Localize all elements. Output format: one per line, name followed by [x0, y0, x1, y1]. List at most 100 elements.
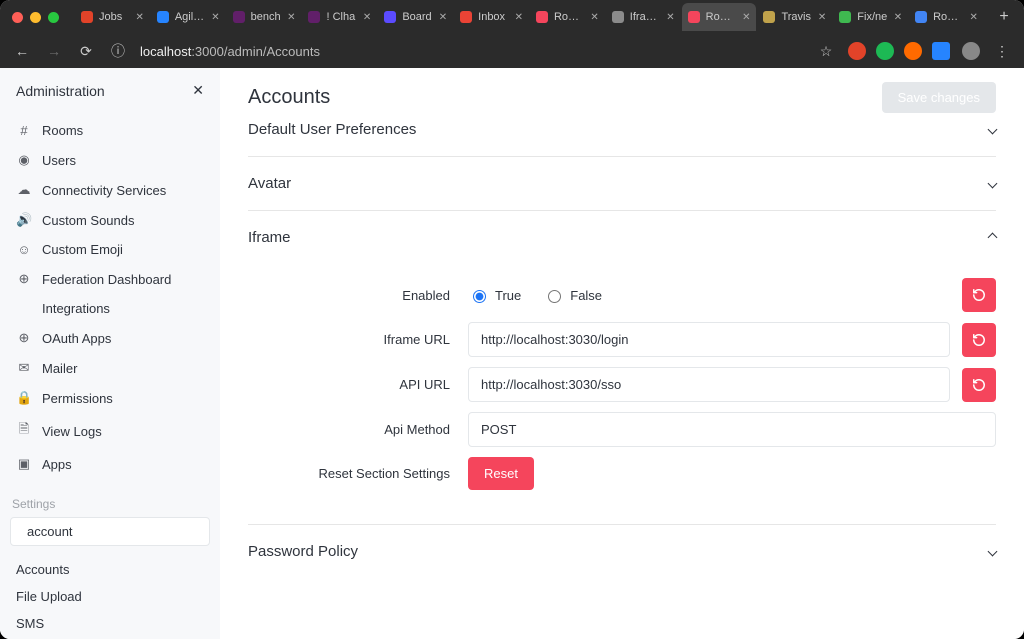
- reset-iframe-url-button[interactable]: [962, 323, 996, 357]
- section-title: Avatar: [248, 175, 291, 192]
- tab-close-icon[interactable]: ✕: [515, 12, 523, 23]
- tab-title: ! Clha: [326, 11, 356, 23]
- sidebar-item-oauth-apps[interactable]: ⊕OAuth Apps: [8, 324, 212, 352]
- maximize-window-icon[interactable]: [48, 12, 59, 23]
- tab-close-icon[interactable]: ✕: [666, 12, 674, 23]
- section-iframe[interactable]: Iframe: [248, 211, 996, 264]
- browser-tab[interactable]: Fix/ne✕: [833, 3, 908, 31]
- sidebar-item-mailer[interactable]: ✉ Mailer: [8, 354, 212, 382]
- sidebar-item-users[interactable]: ◉Users: [8, 146, 212, 174]
- sidebar-item-label: Permissions: [42, 391, 113, 406]
- tab-close-icon[interactable]: ✕: [287, 12, 295, 23]
- iframe-url-input[interactable]: [468, 322, 950, 357]
- sidebar-item-label: Mailer: [42, 361, 77, 376]
- profile-avatar[interactable]: [962, 42, 980, 60]
- ext-icon-4[interactable]: [932, 42, 950, 60]
- tab-close-icon[interactable]: ✕: [590, 12, 598, 23]
- browser-tab[interactable]: Agile F✕: [151, 3, 226, 31]
- sidebar-item-custom-emoji[interactable]: ☺Custom Emoji: [8, 236, 212, 263]
- settings-result-file-upload[interactable]: File Upload: [8, 583, 212, 610]
- url-host: localhost: [140, 44, 191, 59]
- favicon-icon: [763, 11, 775, 23]
- tab-close-icon[interactable]: ✕: [211, 12, 219, 23]
- main-panel: Accounts Save changes Default User Prefe…: [220, 68, 1024, 639]
- address-bar[interactable]: localhost:3000/admin/Accounts: [140, 44, 804, 59]
- enabled-true-radio[interactable]: True: [468, 287, 521, 303]
- section-default-user-preferences[interactable]: Default User Preferences: [248, 113, 996, 156]
- sidebar-item-label: OAuth Apps: [42, 331, 111, 346]
- sound-icon: 🔊: [16, 212, 32, 228]
- favicon-icon: [384, 11, 396, 23]
- reload-button[interactable]: ⟳: [76, 43, 96, 60]
- close-window-icon[interactable]: [12, 12, 23, 23]
- favicon-icon: [688, 11, 700, 23]
- sidebar-item-view-logs[interactable]: 🗎View Logs: [8, 414, 212, 448]
- sidebar-item-label: View Logs: [42, 424, 102, 439]
- chevron-down-icon: [988, 179, 998, 189]
- browser-tab[interactable]: Rocke ✕: [909, 3, 984, 31]
- extensions: [848, 42, 950, 60]
- tab-close-icon[interactable]: ✕: [439, 12, 447, 23]
- chevron-down-icon: [988, 547, 998, 557]
- site-info-icon[interactable]: ⓘ: [108, 41, 128, 61]
- settings-search[interactable]: [10, 517, 210, 546]
- tab-title: Rocke: [933, 11, 963, 23]
- enabled-true-input[interactable]: [473, 290, 486, 303]
- favicon-icon: [81, 11, 93, 23]
- enabled-false-input[interactable]: [548, 290, 561, 303]
- reset-api-url-button[interactable]: [962, 368, 996, 402]
- reset-enabled-button[interactable]: [962, 278, 996, 312]
- api-method-input[interactable]: [468, 412, 996, 447]
- cloud-icon: ☁: [16, 182, 32, 198]
- sidebar-item-integrations[interactable]: Integrations: [8, 295, 212, 322]
- section-password-policy[interactable]: Password Policy: [248, 525, 996, 578]
- save-changes-button: Save changes: [882, 82, 996, 113]
- favicon-icon: [308, 11, 320, 23]
- mail-icon: ✉: [16, 360, 32, 376]
- browser-tab[interactable]: ! Clha ✕: [302, 3, 377, 31]
- sidebar-item-connectivity-services[interactable]: ☁ Connectivity Services: [8, 176, 212, 204]
- ext-icon-2[interactable]: [876, 42, 894, 60]
- settings-search-input[interactable]: [25, 523, 205, 540]
- browser-tab[interactable]: bench✕: [227, 3, 302, 31]
- sidebar-item-label: Connectivity Services: [42, 183, 166, 198]
- browser-tab[interactable]: Jobs✕: [75, 3, 150, 31]
- settings-result-sms[interactable]: SMS: [8, 610, 212, 637]
- tab-close-icon[interactable]: ✕: [363, 12, 371, 23]
- sidebar-item-rooms[interactable]: #Rooms: [8, 117, 212, 144]
- bookmark-icon[interactable]: ☆: [816, 43, 836, 60]
- close-admin-button[interactable]: ✕: [192, 82, 204, 99]
- browser-tab[interactable]: Rocke✕: [530, 3, 605, 31]
- enabled-false-radio[interactable]: False: [543, 287, 602, 303]
- sidebar-item-label: Users: [42, 153, 76, 168]
- tab-close-icon[interactable]: ✕: [894, 12, 902, 23]
- browser-tab[interactable]: Rocke✕: [682, 3, 757, 31]
- section-avatar[interactable]: Avatar: [248, 157, 996, 210]
- api-url-label: API URL: [248, 377, 468, 392]
- api-url-input[interactable]: [468, 367, 950, 402]
- reset-section-button[interactable]: Reset: [468, 457, 534, 490]
- settings-result-accounts[interactable]: Accounts: [8, 556, 212, 583]
- back-button[interactable]: ←: [12, 43, 32, 59]
- browser-tab[interactable]: Inbox✕: [454, 3, 529, 31]
- section-title: Default User Preferences: [248, 121, 416, 138]
- ext-icon-1[interactable]: [848, 42, 866, 60]
- browser-tab[interactable]: Iframe✕: [606, 3, 681, 31]
- sidebar-item-federation-dashboard[interactable]: ⊕Federation Dashboard: [8, 265, 212, 293]
- minimize-window-icon[interactable]: [30, 12, 41, 23]
- sidebar-item-label: Apps: [42, 457, 72, 472]
- tab-close-icon[interactable]: ✕: [742, 12, 750, 23]
- tab-title: Board: [402, 11, 432, 23]
- favicon-icon: [157, 11, 169, 23]
- sidebar-item-permissions[interactable]: 🔒Permissions: [8, 384, 212, 412]
- sidebar-item-custom-sounds[interactable]: 🔊Custom Sounds: [8, 206, 212, 234]
- new-tab-button[interactable]: +: [992, 5, 1016, 29]
- tab-close-icon[interactable]: ✕: [818, 12, 826, 23]
- tab-close-icon[interactable]: ✕: [135, 12, 143, 23]
- browser-menu-icon[interactable]: ⋮: [992, 43, 1012, 60]
- browser-tab[interactable]: Board ✕: [378, 3, 453, 31]
- tab-close-icon[interactable]: ✕: [970, 12, 978, 23]
- ext-icon-3[interactable]: [904, 42, 922, 60]
- browser-tab[interactable]: Travis✕: [757, 3, 832, 31]
- sidebar-item-apps[interactable]: ▣Apps: [8, 450, 212, 478]
